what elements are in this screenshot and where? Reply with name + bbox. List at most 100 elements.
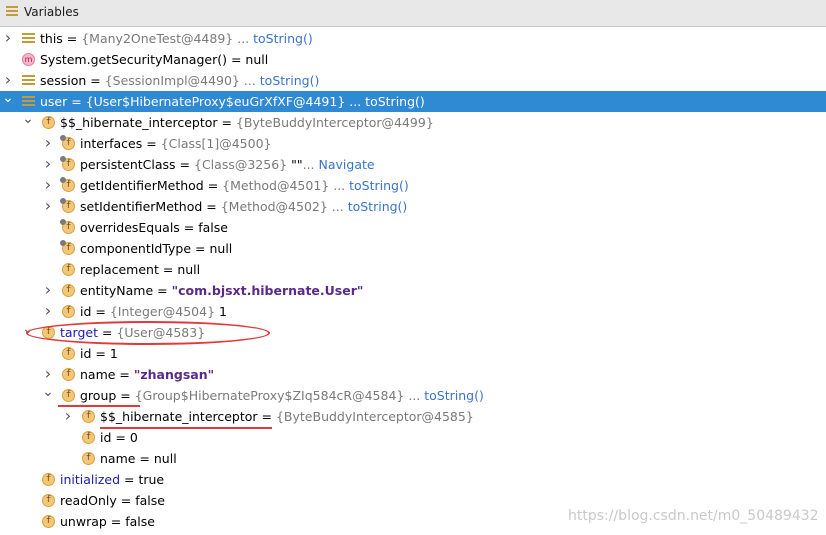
variable-name: readOnly bbox=[60, 493, 117, 508]
variable-row[interactable]: › f persistentClass = {Class@3256} ""... N… bbox=[0, 154, 826, 175]
tostring-link[interactable]: toString() bbox=[253, 31, 313, 46]
variable-name: overridesEquals bbox=[80, 220, 180, 235]
variable-row[interactable]: f replacement = null bbox=[0, 259, 826, 280]
equals-sign: = bbox=[191, 241, 210, 256]
expand-arrow-icon[interactable]: › bbox=[42, 364, 54, 385]
expand-arrow-icon[interactable]: › bbox=[2, 28, 14, 49]
variable-label: overridesEquals = false bbox=[80, 217, 228, 238]
variable-row[interactable]: ⌄ f $$_hibernate_interceptor = {ByteBuddyI… bbox=[0, 112, 826, 133]
tostring-link[interactable]: toString() bbox=[260, 73, 320, 88]
expand-arrow-icon[interactable]: › bbox=[42, 196, 54, 217]
final-field-icon: f bbox=[60, 177, 75, 192]
variable-row[interactable]: › f entityName = "com.bjsxt.hibernate.User… bbox=[0, 280, 826, 301]
variable-label: componentIdType = null bbox=[80, 238, 232, 259]
equals-sign: = bbox=[115, 367, 134, 382]
variable-row[interactable]: ⌄ user = {User$HibernateProxy$euGrXfXF@44… bbox=[0, 91, 826, 112]
variable-row[interactable]: ⌄ f group = {Group$HibernateProxy$ZIq584cR… bbox=[0, 385, 826, 406]
expand-arrow-icon[interactable]: › bbox=[42, 175, 54, 196]
equals-sign: = bbox=[62, 31, 82, 46]
variable-label: id = 0 bbox=[100, 427, 138, 448]
variable-row[interactable]: f id = 0 bbox=[0, 427, 826, 448]
value-extra: ... bbox=[239, 73, 260, 88]
tostring-link[interactable]: toString() bbox=[348, 199, 408, 214]
annotation-oval-target bbox=[26, 321, 270, 345]
variable-value: false bbox=[125, 514, 155, 529]
collapse-arrow-icon[interactable]: ⌄ bbox=[42, 385, 54, 406]
variable-label: entityName = "com.bjsxt.hibernate.User" bbox=[80, 280, 363, 301]
equals-sign: = bbox=[86, 73, 105, 88]
variable-entry-icon bbox=[22, 33, 35, 45]
variable-label: group = {Group$HibernateProxy$ZIq584cR@4… bbox=[80, 385, 484, 406]
variable-entry-icon bbox=[22, 75, 35, 87]
variable-row[interactable]: f componentIdType = null bbox=[0, 238, 826, 259]
field-icon: f bbox=[82, 431, 95, 444]
variable-value: 1 bbox=[109, 346, 118, 361]
variable-row[interactable]: › this = {Many2OneTest@4489} ... toString… bbox=[0, 28, 826, 49]
variable-label: replacement = null bbox=[80, 259, 200, 280]
variable-value: "zhangsan" bbox=[133, 367, 215, 382]
equals-sign: = bbox=[120, 472, 139, 487]
variable-name: user bbox=[40, 94, 68, 109]
variable-name: entityName bbox=[80, 283, 154, 298]
equals-sign: = bbox=[217, 115, 236, 130]
variable-label: initialized = true bbox=[60, 469, 164, 490]
value-extra: 1 bbox=[215, 304, 227, 319]
variable-value: {Integer@4504} bbox=[109, 304, 216, 319]
variable-row[interactable]: f id = 1 bbox=[0, 343, 826, 364]
variable-value: {ByteBuddyInterceptor@4499} bbox=[235, 115, 434, 130]
variable-name: group bbox=[80, 388, 117, 403]
collapse-arrow-icon[interactable]: ⌄ bbox=[22, 112, 34, 133]
variable-name: interfaces bbox=[80, 136, 143, 151]
variable-row[interactable]: › f name = "zhangsan" bbox=[0, 364, 826, 385]
field-icon: f bbox=[42, 473, 55, 486]
annotation-underline-group bbox=[58, 405, 140, 407]
variable-value: true bbox=[138, 472, 165, 487]
variable-value: {Class[1]@4500} bbox=[160, 136, 272, 151]
value-extra: ... bbox=[302, 157, 319, 172]
final-field-icon: f bbox=[60, 198, 75, 213]
variable-name: System.getSecurityManager() bbox=[40, 52, 227, 67]
expand-arrow-icon[interactable]: › bbox=[62, 406, 74, 427]
variable-value: {ByteBuddyInterceptor@4585} bbox=[275, 409, 474, 424]
expand-arrow-icon[interactable]: › bbox=[2, 70, 14, 91]
variable-value: false bbox=[135, 493, 165, 508]
field-icon: f bbox=[42, 515, 55, 528]
variable-name: name bbox=[80, 367, 116, 382]
expand-arrow-icon[interactable]: › bbox=[42, 301, 54, 322]
variable-row[interactable]: › f getIdentifierMethod = {Method@4501} ..… bbox=[0, 175, 826, 196]
variable-value: false bbox=[198, 220, 228, 235]
variable-name: this bbox=[40, 31, 63, 46]
tostring-link[interactable]: toString() bbox=[349, 178, 409, 193]
variable-value: {Class@3256} bbox=[194, 157, 288, 172]
variable-value: null bbox=[245, 52, 269, 67]
expand-arrow-icon[interactable]: › bbox=[42, 133, 54, 154]
expand-arrow-icon[interactable]: › bbox=[42, 154, 54, 175]
expand-arrow-icon[interactable]: › bbox=[42, 280, 54, 301]
variables-list-icon bbox=[6, 6, 18, 20]
variable-name: componentIdType bbox=[80, 241, 192, 256]
variable-row[interactable]: › f id = {Integer@4504} 1 bbox=[0, 301, 826, 322]
variable-row[interactable]: f overridesEquals = false bbox=[0, 217, 826, 238]
value-extra: ... bbox=[233, 31, 254, 46]
variables-panel-header: Variables bbox=[0, 0, 826, 27]
navigate-link[interactable]: Navigate bbox=[319, 157, 375, 172]
tostring-link[interactable]: toString() bbox=[365, 94, 425, 109]
variable-value: null bbox=[153, 451, 177, 466]
value-extra: ... bbox=[404, 388, 425, 403]
variable-row[interactable]: › f interfaces = {Class[1]@4500} bbox=[0, 133, 826, 154]
variable-row[interactable]: › f setIdentifierMethod = {Method@4502} ..… bbox=[0, 196, 826, 217]
collapse-arrow-icon[interactable]: ⌄ bbox=[2, 91, 14, 112]
variable-value: "com.bjsxt.hibernate.User" bbox=[171, 283, 364, 298]
variable-row[interactable]: › f $$_hibernate_interceptor = {ByteBuddyI… bbox=[0, 406, 826, 427]
variable-row[interactable]: f initialized = true bbox=[0, 469, 826, 490]
variable-value: {Many2OneTest@4489} bbox=[81, 31, 234, 46]
field-icon: f bbox=[82, 452, 95, 465]
panel-title: Variables bbox=[24, 5, 79, 19]
variable-row[interactable]: f name = null bbox=[0, 448, 826, 469]
string-preview: "" bbox=[287, 157, 303, 172]
tostring-link[interactable]: toString() bbox=[424, 388, 484, 403]
field-icon: f bbox=[82, 410, 95, 423]
variable-row[interactable]: m System.getSecurityManager() = null bbox=[0, 49, 826, 70]
variable-row[interactable]: › session = {SessionImpl@4490} ... toStri… bbox=[0, 70, 826, 91]
annotation-underline-interceptor bbox=[100, 427, 272, 429]
